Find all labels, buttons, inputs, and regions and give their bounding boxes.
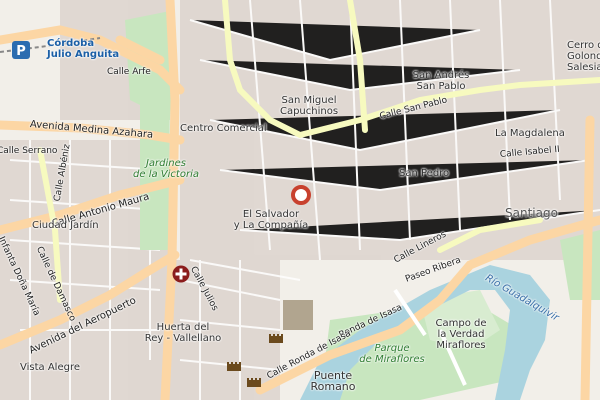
area-label-el-salvador: El Salvador y La Compañía <box>233 209 309 231</box>
location-pin-icon[interactable] <box>290 184 312 206</box>
area-label-vista-alegre: Vista Alegre <box>20 362 80 373</box>
hospital-icon[interactable] <box>172 265 190 283</box>
railway-station-icon[interactable]: P <box>11 40 31 60</box>
area-label-ciudad-jardin: Ciudad Jardín <box>32 220 99 231</box>
map-view[interactable]: Córdoba Julio Anguita Calle Arfe Avenida… <box>0 0 600 400</box>
area-label-san-pedro: San Pedro <box>399 168 450 179</box>
area-label-la-magdalena: La Magdalena <box>495 128 565 139</box>
area-label-san-miguel: San Miguel Capuchinos <box>279 95 339 117</box>
castle-icon[interactable] <box>268 330 284 344</box>
area-label-santiago: Santiago <box>505 206 558 220</box>
landmark-label-puente-romano: Puente Romano <box>310 369 356 393</box>
area-label-centro-comercial: Centro Comercial <box>180 123 267 134</box>
castle-icon[interactable] <box>226 358 242 372</box>
street-label-calle-arfe: Calle Arfe <box>107 67 151 77</box>
station-label[interactable]: Córdoba Julio Anguita <box>47 38 119 60</box>
area-label-cerro: Cerro de Golondrina Salesianos <box>567 40 600 73</box>
castle-icon[interactable] <box>246 374 262 388</box>
area-label-campo-de-la-verdad: Campo de la Verdad Miraflores <box>435 318 487 351</box>
area-label-san-andres: San Andrés San Pablo <box>412 70 470 92</box>
svg-text:P: P <box>16 44 26 59</box>
park-label-jardines: Jardines de la Victoria <box>133 158 199 180</box>
area-label-huerta-del-rey: Huerta del Rey - Vallellano <box>144 322 222 344</box>
street-label-calle-serrano: Calle Serrano <box>0 146 58 156</box>
park-label-miraflores: Parque de Miraflores <box>359 343 425 365</box>
